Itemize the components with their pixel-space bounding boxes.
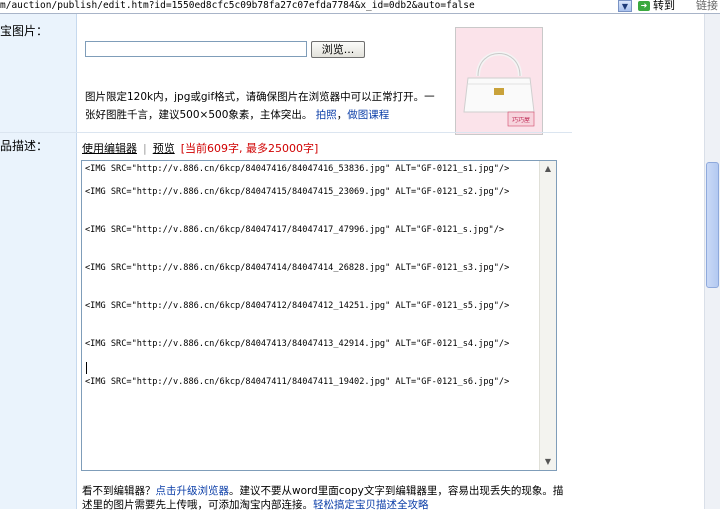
code-line: <IMG SRC="http://v.886.cn/6kcp/84047415/… [85,187,510,197]
arrow-down-icon[interactable]: ▼ [540,454,556,470]
code-line: <IMG SRC="http://v.886.cn/6kcp/84047412/… [85,301,510,311]
address-input[interactable]: m/auction/publish/edit.htm?id=1550ed8cfc… [0,0,475,12]
page-scrollbar-thumb[interactable] [706,162,719,288]
image-file-input[interactable] [85,41,307,57]
description-help-text: 看不到编辑器？点击升级浏览器。建议不要从word里面copy文字到编辑器里，容易… [82,484,568,512]
link-separator: ， [336,109,348,121]
editor-scrollbar[interactable]: ▲ ▼ [539,161,556,470]
code-line: <IMG SRC="http://v.886.cn/6kcp/84047416/… [85,164,510,174]
thumbnail-tag: 巧巧屋 [512,117,530,124]
photo-link[interactable]: 拍照 [316,109,337,121]
row-divider [0,132,572,133]
description-guide-link[interactable]: 轻松搞定宝贝描述全攻略 [313,499,429,511]
help-text-1: 看不到编辑器？ [82,485,156,497]
code-line: <IMG SRC="http://v.886.cn/6kcp/84047413/… [85,339,510,349]
go-arrow-icon: ➜ [638,1,650,11]
preview-link[interactable]: 预览 [153,142,175,155]
description-textarea[interactable]: <IMG SRC="http://v.886.cn/6kcp/84047416/… [81,160,557,471]
description-label: 品描述： [0,139,49,153]
text-caret [86,362,87,374]
code-line: <IMG SRC="http://v.886.cn/6kcp/84047411/… [85,377,510,387]
browse-button[interactable]: 浏览... [311,41,365,58]
description-toolbar: 使用编辑器 | 预览 [当前609字, 最多25000字] [82,142,318,155]
address-bar[interactable]: m/auction/publish/edit.htm?id=1550ed8cfc… [0,0,720,14]
use-editor-link[interactable]: 使用编辑器 [82,142,137,155]
chevron-down-icon: ▼ [621,2,629,11]
image-label: 宝图片： [0,24,49,38]
go-button[interactable]: ➜ 转到 [638,0,682,13]
handbag-image: 巧巧屋 [456,28,542,134]
toolbar-separator: | [143,142,147,155]
image-note: 图片限定120k内，jpg或gif格式，请确保图片在浏览器中可以正常打开。一张好… [85,88,445,124]
code-line: <IMG SRC="http://v.886.cn/6kcp/84047414/… [85,263,510,273]
label-column [0,14,77,509]
page-content: 宝图片： 浏览... 图片限定120k内，jpg或gif格式，请确保图片在浏览器… [0,14,704,512]
go-label: 转到 [653,0,675,12]
address-dropdown-button[interactable]: ▼ [618,0,632,12]
page-scrollbar[interactable] [704,14,720,509]
links-button[interactable]: 链接 [696,0,718,12]
upgrade-browser-link[interactable]: 点击升级浏览器 [156,485,230,497]
arrow-up-icon[interactable]: ▲ [540,161,556,177]
code-line: <IMG SRC="http://v.886.cn/6kcp/84047417/… [85,225,505,235]
char-count: [当前609字, 最多25000字] [180,142,319,155]
product-thumbnail: 巧巧屋 [455,27,543,135]
tutorial-link[interactable]: 做图课程 [347,109,389,121]
